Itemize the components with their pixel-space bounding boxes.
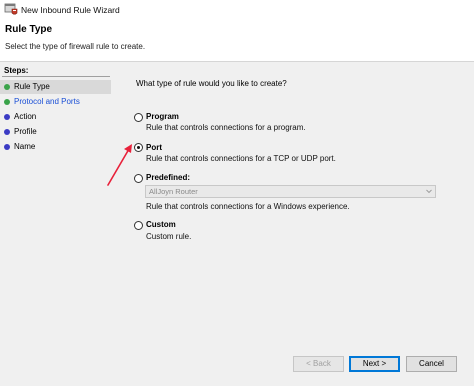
wizard-window: New Inbound Rule Wizard Rule Type Select… (0, 0, 474, 386)
cancel-button[interactable]: Cancel (406, 356, 457, 372)
back-button[interactable]: < Back (293, 356, 344, 372)
next-button[interactable]: Next > (349, 356, 400, 372)
annotation-arrow-icon (107, 144, 132, 186)
